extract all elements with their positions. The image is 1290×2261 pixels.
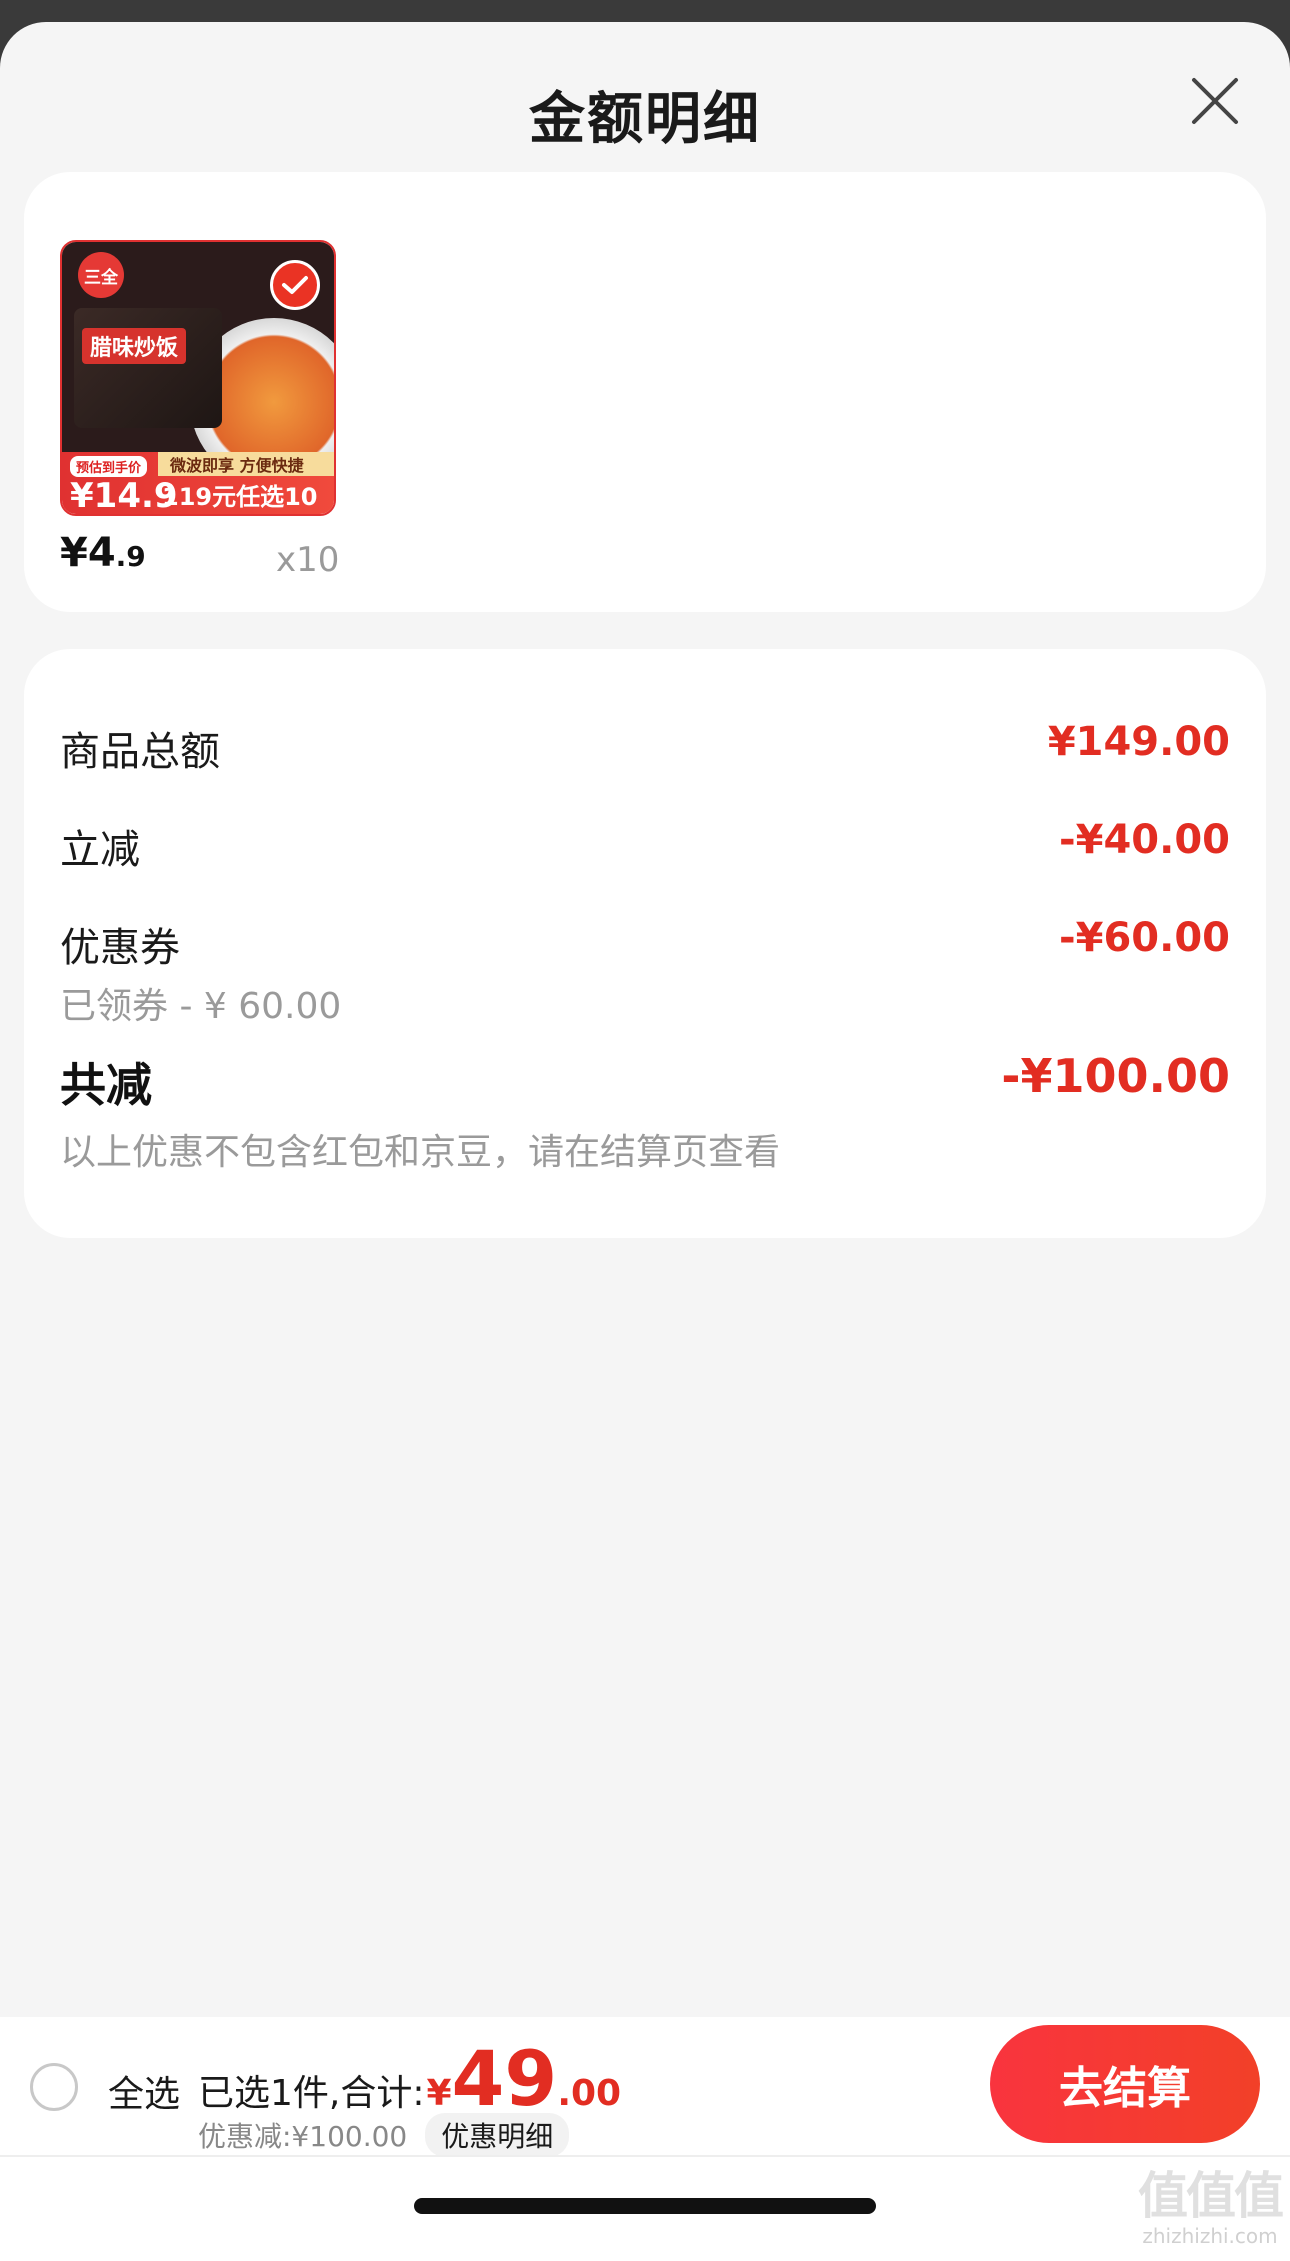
- sheet-title: 金额明细: [529, 87, 761, 152]
- instant-discount-value: -¥40.00: [1059, 817, 1230, 863]
- brand-logo: 三全: [78, 252, 124, 298]
- product-card: 三全 腊味炒饭 微波即享 方便快捷 预估到手价 ¥14.9 119元任选10件 …: [24, 172, 1266, 612]
- summary-total-decimal: .00: [557, 2073, 622, 2114]
- discount-summary: 优惠减:¥100.00 优惠明细: [198, 2113, 570, 2157]
- product-price: ¥4.9: [60, 530, 146, 576]
- close-icon: [1192, 78, 1238, 124]
- price-decimal: .9: [115, 540, 146, 573]
- select-all-label[interactable]: 全选: [108, 2065, 180, 2117]
- thumb-badge: 预估到手价: [70, 456, 148, 477]
- checkout-bar: 全选 已选1件,合计: ¥ 49 .00 优惠减:¥100.00 优惠明细 去结…: [0, 2017, 1290, 2261]
- thumb-promo-bar: 微波即享 方便快捷 预估到手价 ¥14.9 119元任选10件: [62, 452, 334, 514]
- selected-check[interactable]: [270, 260, 320, 310]
- select-all-radio[interactable]: [30, 2063, 78, 2111]
- checkout-button[interactable]: 去结算: [990, 2025, 1260, 2143]
- thumb-strip-text: 微波即享 方便快捷: [158, 452, 334, 476]
- close-button[interactable]: [1186, 72, 1244, 130]
- home-indicator[interactable]: [414, 2198, 876, 2214]
- product-thumbnail[interactable]: 三全 腊味炒饭 微波即享 方便快捷 预估到手价 ¥14.9 119元任选10件: [60, 240, 336, 516]
- product-box-label: 腊味炒饭: [82, 328, 187, 364]
- summary-total-integer: 49: [451, 2034, 558, 2123]
- check-icon: [282, 276, 308, 294]
- summary-text: 已选1件,合计:: [198, 2073, 425, 2114]
- product-box-image: 腊味炒饭: [74, 308, 222, 428]
- coupon-value: -¥60.00: [1059, 915, 1230, 961]
- divider: [0, 2155, 1290, 2157]
- discount-detail-link[interactable]: 优惠明细: [425, 2113, 570, 2157]
- price-integer: ¥4: [60, 530, 116, 576]
- instant-discount-label: 立减: [60, 827, 140, 873]
- order-summary: 已选1件,合计: ¥ 49 .00: [198, 2039, 621, 2119]
- discount-disclaimer: 以上优惠不包含红包和京豆，请在结算页查看: [60, 1132, 781, 1173]
- coupon-claimed-note: 已领券 - ¥ 60.00: [60, 986, 342, 1027]
- watermark-logo: 值值值: [1138, 2167, 1284, 2225]
- discount-text: 优惠减:¥100.00: [198, 2120, 408, 2153]
- subtotal-label: 商品总额: [60, 729, 220, 775]
- product-quantity: x10: [276, 540, 340, 580]
- thumb-promo-text: 119元任选10件: [162, 483, 318, 511]
- total-discount-label: 共减: [60, 1058, 152, 1112]
- thumb-background: 三全 腊味炒饭: [62, 242, 334, 486]
- watermark-site: zhizhizhi.com: [1142, 2224, 1278, 2248]
- summary-currency: ¥: [426, 2073, 452, 2114]
- amount-detail-sheet: 金额明细 三全 腊味炒饭 微波即享 方便快捷 预估到手价 ¥14.9 119元任…: [0, 22, 1290, 2261]
- subtotal-value: ¥149.00: [1047, 719, 1230, 765]
- total-discount-value: -¥100.00: [1001, 1049, 1230, 1103]
- watermark: 值值值 zhizhizhi.com: [1130, 2168, 1290, 2248]
- price-breakdown-card: 商品总额 ¥149.00 立减 -¥40.00 优惠券 -¥60.00 已领券 …: [24, 649, 1266, 1238]
- coupon-label: 优惠券: [60, 925, 180, 971]
